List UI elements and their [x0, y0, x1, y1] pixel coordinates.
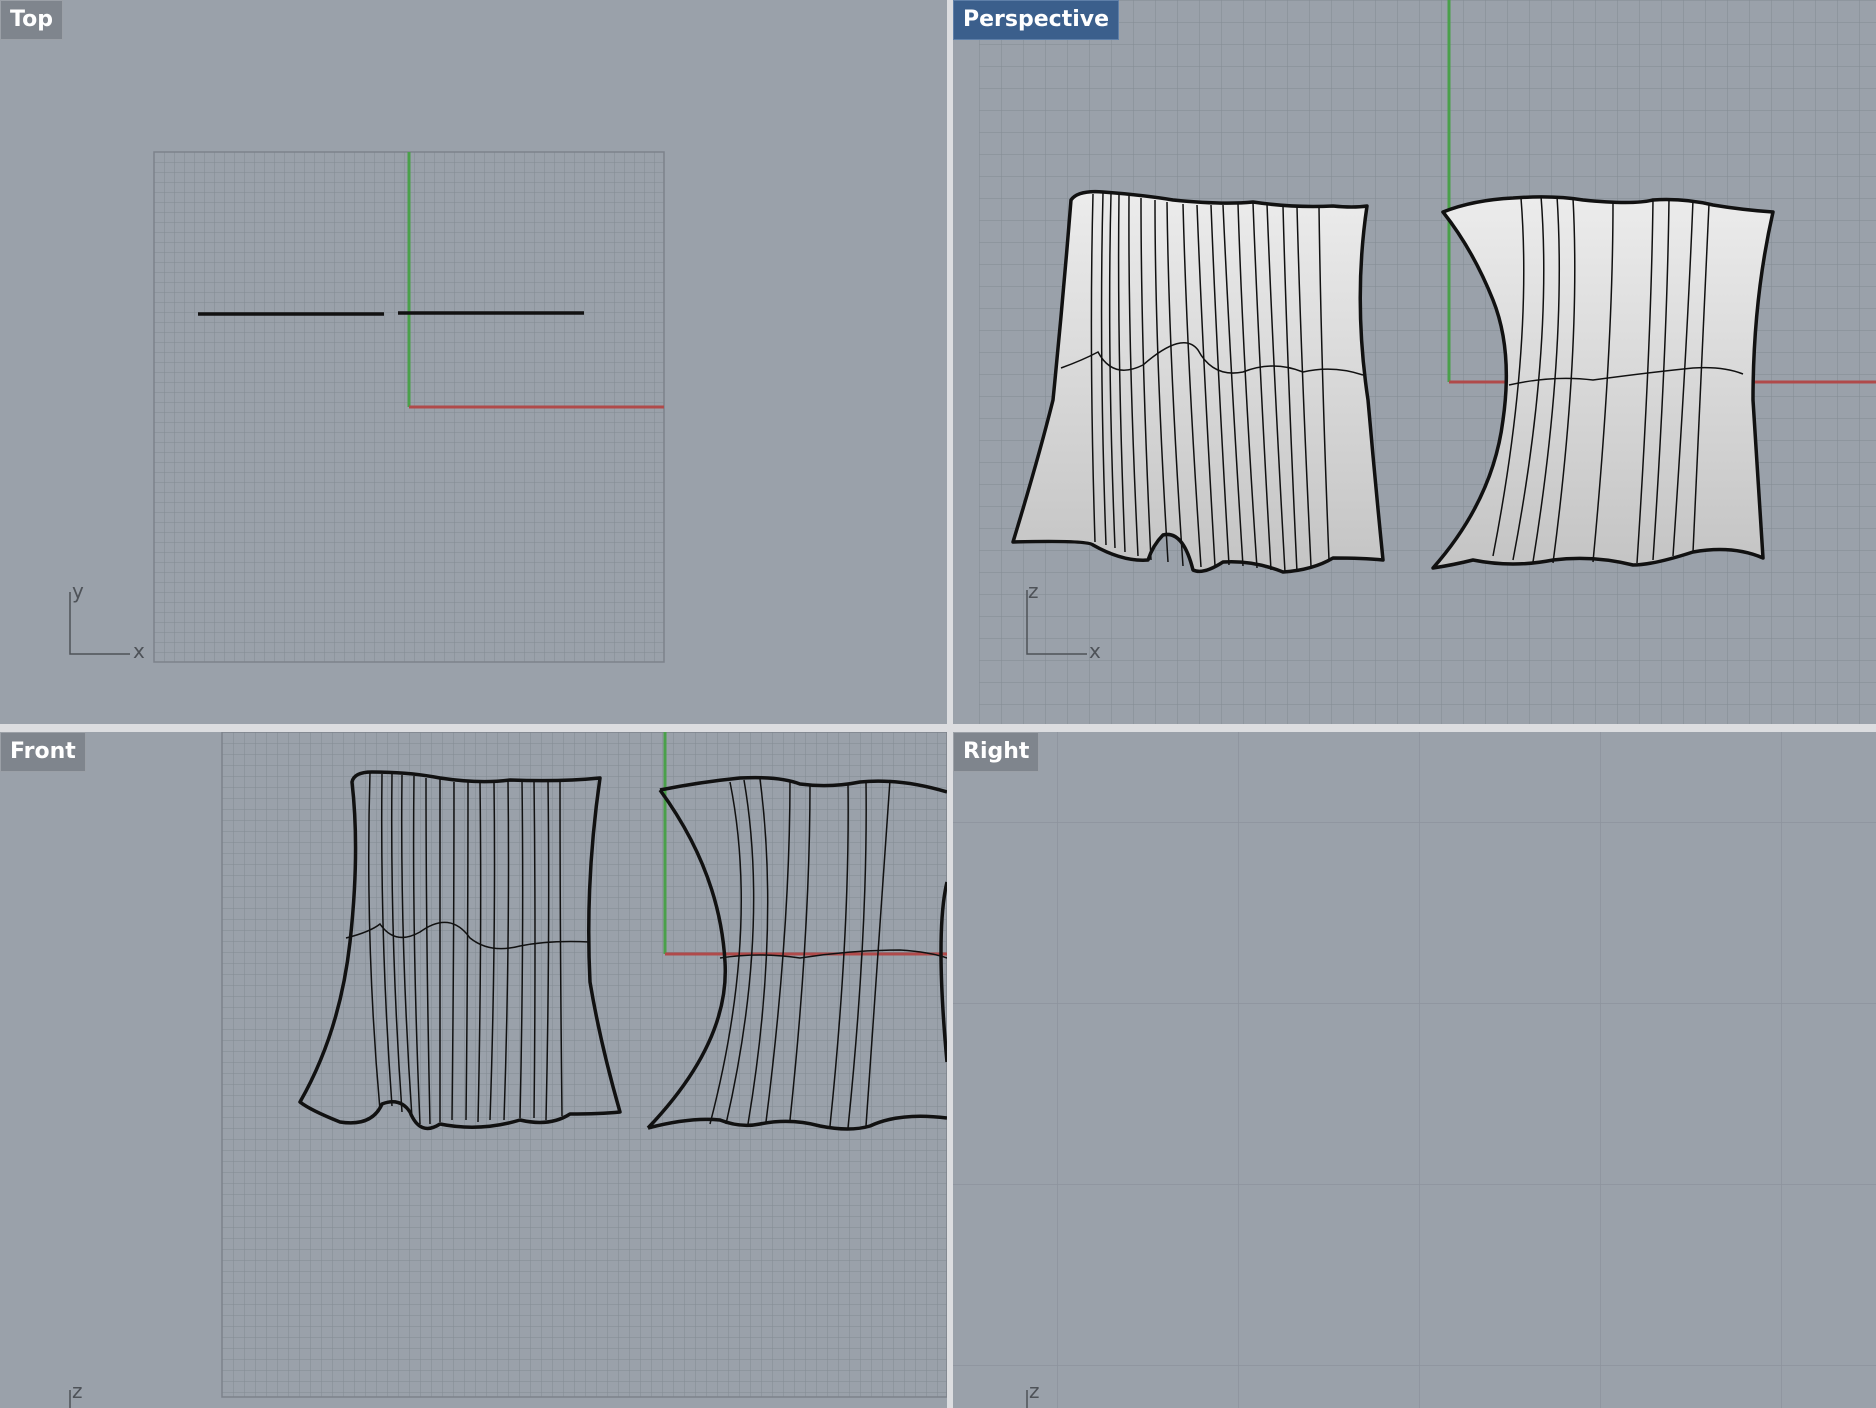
axis-label-y: y	[72, 579, 84, 603]
axis-label-x: x	[133, 639, 145, 663]
right-view-canvas[interactable]: z	[953, 732, 1876, 1408]
viewport-title-perspective[interactable]: Perspective	[953, 0, 1120, 40]
viewport-right[interactable]: z Right	[953, 732, 1876, 1408]
world-axes-icon: y x	[69, 579, 145, 663]
perspective-view-canvas[interactable]: z x	[953, 0, 1876, 724]
top-view-canvas[interactable]: y x	[0, 0, 947, 724]
axis-label-x: x	[1089, 639, 1101, 663]
viewport-title-top[interactable]: Top	[0, 0, 63, 40]
axis-label-z: z	[1028, 579, 1039, 603]
viewport-top[interactable]: y x Top	[0, 0, 947, 724]
viewport-front[interactable]: z Front	[0, 732, 947, 1408]
surface-left	[1011, 189, 1385, 574]
axis-label-z: z	[72, 1379, 83, 1403]
axis-label-z: z	[1029, 1379, 1040, 1403]
viewport-perspective[interactable]: z x Perspective	[953, 0, 1876, 724]
viewport-layout: y x Top z x Perspective z Front z Right	[0, 0, 1876, 1408]
world-axes-icon: z	[69, 1379, 83, 1408]
construction-grid	[221, 732, 947, 1398]
construction-grid	[953, 732, 1876, 1408]
front-view-canvas[interactable]: z	[0, 732, 947, 1408]
viewport-title-front[interactable]: Front	[0, 732, 86, 772]
viewport-title-right[interactable]: Right	[953, 732, 1040, 772]
